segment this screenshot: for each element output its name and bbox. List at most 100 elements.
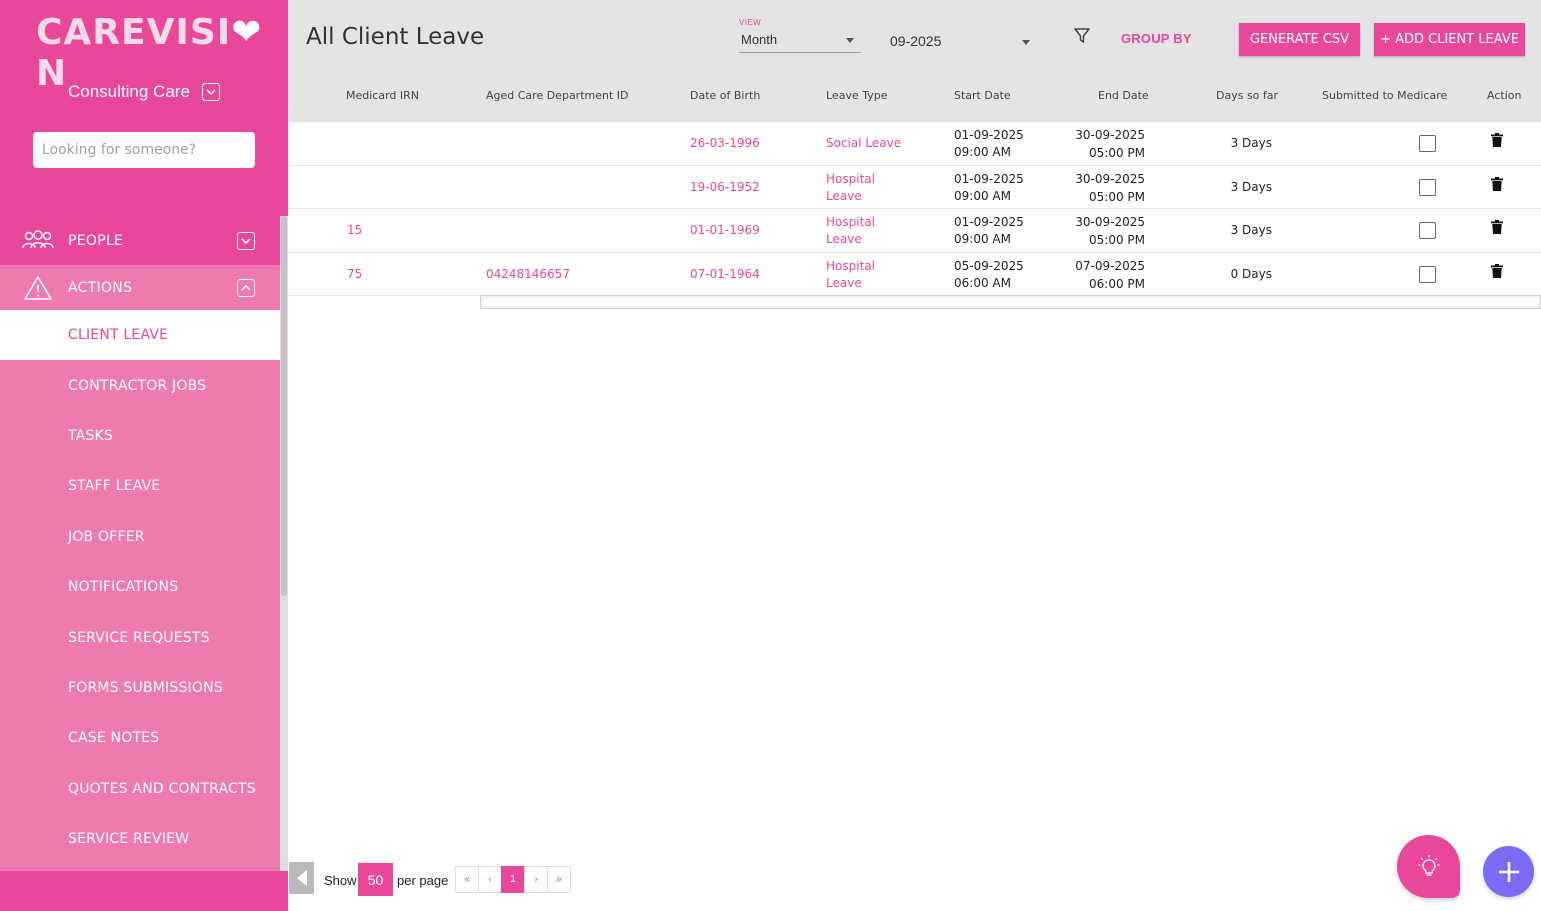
pagination: «‹ 1 ›» xyxy=(455,866,571,893)
prev-page-button[interactable]: ‹ xyxy=(478,866,502,893)
submitted-to-medicare-checkbox[interactable] xyxy=(1419,178,1436,196)
column-header-submitted-to-medicare[interactable]: Submitted to Medicare xyxy=(1322,89,1447,102)
heart-icon: ❤ xyxy=(231,12,263,53)
nav-section-people-label: PEOPLE xyxy=(68,232,124,249)
chevron-down-icon[interactable] xyxy=(237,231,255,250)
column-header-leave-type[interactable]: Leave Type xyxy=(826,89,887,102)
submitted-to-medicare-checkbox[interactable] xyxy=(1419,135,1436,152)
show-label: Show xyxy=(324,873,357,888)
month-select[interactable]: 09-2025 xyxy=(888,30,1034,54)
cell-leave-type[interactable]: Hospital Leave xyxy=(826,258,875,292)
page-header xyxy=(288,0,1541,122)
warning-icon xyxy=(24,275,52,300)
cell-end-date: 30-09-2025 05:00 PM xyxy=(1075,215,1145,247)
sidebar-item-notifications[interactable]: NOTIFICATIONS xyxy=(0,562,280,612)
cell-date-of-birth[interactable]: 26-03-1996 xyxy=(690,135,760,152)
submitted-to-medicare-checkbox[interactable] xyxy=(1419,222,1436,239)
filter-icon[interactable] xyxy=(1073,27,1091,45)
cell-days-so-far: 3 Days xyxy=(1230,179,1272,194)
sidebar-item-tasks[interactable]: TASKS xyxy=(0,411,280,461)
sidebar-item-forms-submissions[interactable]: FORMS SUBMISSIONS xyxy=(0,663,280,713)
nav-section-actions[interactable]: ACTIONS xyxy=(0,265,280,310)
lightbulb-icon xyxy=(1418,854,1439,876)
chevron-down-icon[interactable] xyxy=(201,83,220,101)
cell-medicard-irn[interactable]: 15 xyxy=(347,222,362,239)
column-header-medicard-irn[interactable]: Medicard IRN xyxy=(346,89,419,102)
cell-leave-type[interactable]: Hospital Leave xyxy=(826,171,875,205)
view-select-value: Month xyxy=(741,32,778,47)
tips-button[interactable] xyxy=(1397,835,1460,898)
view-select[interactable]: Month xyxy=(739,29,861,53)
sidebar: CAREVISI❤N Consulting Care PEOPLE ACTION… xyxy=(0,0,288,911)
cell-start-date: 01-09-2025 09:00 AM xyxy=(954,215,1024,246)
quick-add-button[interactable] xyxy=(1483,846,1534,897)
generate-csv-button[interactable]: GENERATE CSV xyxy=(1239,23,1360,56)
table-row[interactable]: 19-06-1952 Hospital Leave 01-09-2025 09:… xyxy=(288,165,1541,209)
nav-section-people[interactable]: PEOPLE xyxy=(0,216,288,265)
next-page-button[interactable]: › xyxy=(524,866,548,893)
sidebar-footer xyxy=(0,871,288,911)
cell-end-date: 07-09-2025 06:00 PM xyxy=(1075,258,1145,291)
column-header-end-date[interactable]: End Date xyxy=(1098,89,1149,102)
actions-menu: CLIENT LEAVE CONTRACTOR JOBS TASKS STAFF LE… xyxy=(0,310,280,864)
table-scrollbar-thumb[interactable] xyxy=(483,298,1539,306)
page-title: All Client Leave xyxy=(306,24,485,50)
trash-icon[interactable] xyxy=(1491,176,1503,191)
add-client-leave-button[interactable]: + ADD CLIENT LEAVE xyxy=(1374,23,1525,56)
cell-start-date: 05-09-2025 06:00 AM xyxy=(954,258,1024,290)
group-by-button[interactable]: GROUP BY xyxy=(1121,31,1192,46)
page-1-button[interactable]: 1 xyxy=(501,866,525,893)
cell-days-so-far: 3 Days xyxy=(1230,223,1272,237)
cell-end-date: 30-09-2025 05:00 PM xyxy=(1075,171,1145,204)
people-icon xyxy=(22,229,54,248)
chevron-up-icon[interactable] xyxy=(237,278,255,297)
cell-end-date: 30-09-2025 05:00 PM xyxy=(1075,128,1145,160)
trash-icon[interactable] xyxy=(1491,133,1503,147)
sidebar-item-contractor-jobs[interactable]: CONTRACTOR JOBS xyxy=(0,360,280,410)
cell-date-of-birth[interactable]: 01-01-1969 xyxy=(690,222,760,239)
caret-down-icon xyxy=(846,38,854,43)
first-page-button[interactable]: « xyxy=(455,866,479,893)
cell-date-of-birth[interactable]: 07-01-1964 xyxy=(690,266,760,283)
sidebar-item-quotes-and-contracts[interactable]: QUOTES AND CONTRACTS xyxy=(0,764,280,814)
org-switcher[interactable]: Consulting Care xyxy=(68,82,220,102)
collapse-sidebar-button[interactable] xyxy=(289,862,314,894)
sidebar-item-case-notes[interactable]: CASE NOTES xyxy=(0,713,280,763)
view-label: VIEW xyxy=(739,18,762,27)
table-row[interactable]: 26-03-1996 Social Leave 01-09-2025 09:00… xyxy=(288,122,1541,166)
sidebar-item-client-leave[interactable]: CLIENT LEAVE xyxy=(0,310,280,361)
cell-date-of-birth[interactable]: 19-06-1952 xyxy=(690,179,760,196)
column-header-aged-care-department-id[interactable]: Aged Care Department ID xyxy=(486,89,629,102)
triangle-left-icon xyxy=(296,870,307,886)
cell-days-so-far: 3 Days xyxy=(1230,136,1272,150)
plus-icon xyxy=(1498,861,1519,882)
submitted-to-medicare-checkbox[interactable] xyxy=(1419,265,1436,283)
column-header-action: Action xyxy=(1487,89,1522,102)
table-row[interactable]: 75 04248146657 07-01-1964 Hospital Leave… xyxy=(288,252,1541,296)
cell-start-date: 01-09-2025 09:00 AM xyxy=(954,128,1024,159)
column-header-date-of-birth[interactable]: Date of Birth xyxy=(690,89,760,102)
sidebar-item-staff-leave[interactable]: STAFF LEAVE xyxy=(0,461,280,511)
trash-icon[interactable] xyxy=(1491,263,1503,278)
cell-leave-type[interactable]: Social Leave xyxy=(826,135,901,152)
trash-icon[interactable] xyxy=(1491,220,1503,234)
sidebar-item-service-requests[interactable]: SERVICE REQUESTS xyxy=(0,612,280,662)
org-name: Consulting Care xyxy=(68,82,190,101)
per-page-label: per page xyxy=(397,873,449,888)
cell-leave-type[interactable]: Hospital Leave xyxy=(826,214,875,248)
cell-medicard-irn[interactable]: 75 xyxy=(347,266,362,283)
sidebar-item-service-review[interactable]: SERVICE REVIEW xyxy=(0,814,280,864)
per-page-select[interactable]: 50 xyxy=(358,863,393,896)
search-input[interactable] xyxy=(33,132,255,168)
sidebar-item-job-offer[interactable]: JOB OFFER xyxy=(0,512,280,562)
sidebar-scrollbar-thumb[interactable] xyxy=(281,216,287,596)
cell-aged-care-id[interactable]: 04248146657 xyxy=(486,266,570,283)
column-header-days-so-far[interactable]: Days so far xyxy=(1216,89,1278,102)
cell-days-so-far: 0 Days xyxy=(1230,266,1272,281)
column-header-start-date[interactable]: Start Date xyxy=(954,89,1011,102)
table-row[interactable]: 15 01-01-1969 Hospital Leave 01-09-2025 … xyxy=(288,209,1541,253)
nav-section-actions-label: ACTIONS xyxy=(68,279,133,296)
last-page-button[interactable]: » xyxy=(547,866,571,893)
month-select-value: 09-2025 xyxy=(890,33,942,49)
cell-start-date: 01-09-2025 09:00 AM xyxy=(954,171,1024,203)
